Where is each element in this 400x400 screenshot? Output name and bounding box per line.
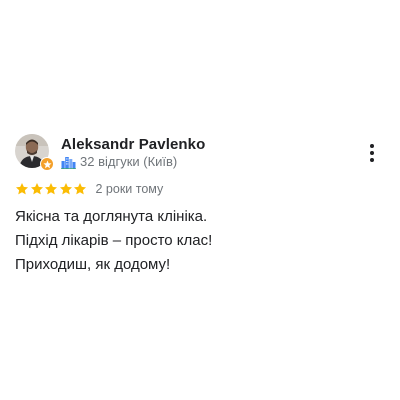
more-vert-icon	[370, 144, 374, 148]
more-vert-icon-dot	[370, 151, 374, 155]
review-text-line: Якісна та доглянута клініка.	[15, 208, 208, 225]
star-rating	[15, 182, 88, 196]
review-card: Aleksandr Pavlenko 32 відгуки (Київ) 2 р…	[0, 0, 400, 400]
review-text: Якісна та доглянута клініка. Підхід ліка…	[15, 205, 355, 277]
review-date: 2 роки тому	[95, 182, 164, 196]
rating-row: 2 роки тому	[15, 182, 163, 196]
more-options-button[interactable]	[360, 140, 384, 166]
reviewer-avatar[interactable]	[15, 134, 54, 171]
star-icon	[15, 182, 29, 196]
local-guide-badge-icon	[40, 157, 54, 171]
star-icon	[30, 182, 44, 196]
review-text-line: Приходиш, як додому!	[15, 256, 171, 273]
reviewer-review-count: 32 відгуки (Київ)	[80, 154, 178, 169]
more-vert-icon-dot	[370, 158, 374, 162]
star-icon	[44, 182, 58, 196]
reviewer-name[interactable]: Aleksandr Pavlenko	[61, 136, 205, 153]
star-icon	[73, 182, 87, 196]
review-text-line: Підхід лікарів – просто клас!	[15, 232, 213, 249]
reviewer-meta: 32 відгуки (Київ)	[61, 154, 177, 169]
star-icon	[59, 182, 73, 196]
city-buildings-icon	[61, 155, 76, 169]
